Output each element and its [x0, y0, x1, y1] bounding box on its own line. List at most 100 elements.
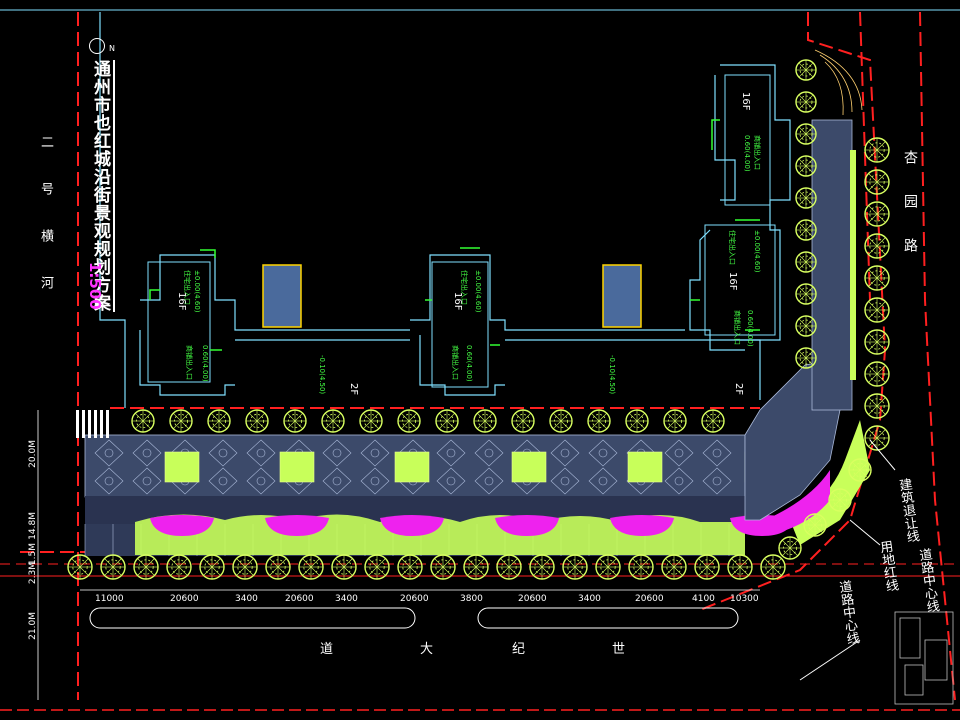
tree-icon — [864, 361, 890, 387]
dim-horizontal: 3400 — [335, 594, 358, 604]
tree-icon — [496, 554, 522, 580]
dim-horizontal: 20600 — [285, 594, 314, 604]
tree-icon — [828, 488, 852, 512]
median-left — [89, 607, 416, 629]
planter-block — [511, 451, 547, 483]
building-floors-1: 16F — [176, 292, 187, 311]
svg-text:0.60(4.00): 0.60(4.00) — [465, 345, 473, 382]
tree-icon — [435, 409, 459, 433]
tree-icon — [864, 137, 890, 163]
dim-vertical: 21.0M — [28, 612, 38, 640]
svg-text:-0.10(4.50): -0.10(4.50) — [318, 355, 326, 394]
svg-text:商铺出入口: 商铺出入口 — [733, 310, 742, 345]
svg-text:-0.10(4.50): -0.10(4.50) — [608, 355, 616, 394]
ne-curves — [814, 49, 863, 116]
tree-icon — [628, 554, 654, 580]
tree-icon — [67, 554, 93, 580]
tree-icon — [625, 409, 649, 433]
tree-icon — [131, 409, 155, 433]
tree-icon — [727, 554, 753, 580]
tree-icon — [245, 409, 269, 433]
tree-icon — [298, 554, 324, 580]
bottom-road-char: 世 — [612, 642, 626, 657]
bottom-road-char: 纪 — [512, 642, 526, 657]
building-floors-3: 16F — [740, 92, 751, 111]
median-right — [477, 607, 739, 629]
tree-icon — [803, 513, 827, 537]
planter-block — [627, 451, 663, 483]
east-lawn — [850, 150, 856, 380]
tree-icon — [795, 91, 817, 113]
dim-vertical: 20.0M — [28, 440, 38, 468]
scale-label: 1:500 — [86, 262, 104, 310]
tree-icon — [663, 409, 687, 433]
dim-horizontal: 20600 — [518, 594, 547, 604]
crosswalk-left — [76, 410, 109, 438]
svg-text:0.60(4.00): 0.60(4.00) — [201, 345, 209, 382]
tree-icon — [331, 554, 357, 580]
tree-icon — [864, 393, 890, 419]
tree-icon — [848, 458, 872, 482]
tree-icon — [795, 251, 817, 273]
tree-icon — [430, 554, 456, 580]
tree-icon — [795, 187, 817, 209]
building-floors-4: 16F — [727, 272, 738, 291]
river-char: 河 — [38, 276, 53, 289]
site-plan-drawing: ±0.00(4.60) 住宅出入口 0.60(4.00) 商铺出入口 ±0.00… — [0, 9, 960, 711]
tree-icon — [587, 409, 611, 433]
dim-horizontal: 3400 — [578, 594, 601, 604]
svg-text:0.60(4.00): 0.60(4.00) — [743, 135, 751, 172]
tree-icon — [864, 233, 890, 259]
tree-icon — [364, 554, 390, 580]
tree-icon — [321, 409, 345, 433]
tree-icon — [463, 554, 489, 580]
tree-icon — [694, 554, 720, 580]
dim-horizontal: 11000 — [95, 594, 124, 604]
tree-icon — [661, 554, 687, 580]
tree-icon — [283, 409, 307, 433]
tree-icon — [511, 409, 535, 433]
svg-text:±0.00(4.60): ±0.00(4.60) — [474, 270, 482, 313]
dim-horizontal: 3400 — [235, 594, 258, 604]
tree-icon — [473, 409, 497, 433]
building-wall-markers — [149, 119, 760, 351]
east-paving — [811, 119, 853, 411]
svg-text:住宅出入口: 住宅出入口 — [728, 230, 737, 265]
svg-text:±0.00(4.60): ±0.00(4.60) — [193, 270, 201, 313]
river-char: 横 — [38, 229, 53, 242]
dim-vertical: 2.3M — [28, 562, 38, 585]
road-east-label: 杏园路 — [902, 150, 918, 282]
tree-icon — [864, 169, 890, 195]
tree-icon — [529, 554, 555, 580]
tree-icon — [778, 536, 802, 560]
blue-court-left — [262, 264, 302, 328]
tree-icon — [795, 219, 817, 241]
tree-icon — [795, 283, 817, 305]
river-label: 二 号 横 河 — [36, 135, 55, 323]
planter-block — [164, 451, 200, 483]
tree-icon — [795, 347, 817, 369]
north-mark: N — [109, 44, 115, 53]
svg-text:±0.00(4.60): ±0.00(4.60) — [753, 230, 761, 273]
blue-court-right — [602, 264, 642, 328]
dim-horizontal: 3800 — [460, 594, 483, 604]
river-char: 二 — [38, 135, 53, 148]
dim-horizontal: 4100 — [692, 594, 715, 604]
tree-icon — [397, 554, 423, 580]
tree-icon — [265, 554, 291, 580]
podium-floors-1: 2F — [348, 383, 359, 396]
dim-horizontal: 20600 — [170, 594, 199, 604]
tree-icon — [864, 201, 890, 227]
tree-icon — [169, 409, 193, 433]
bottom-road-char: 大 — [420, 642, 434, 657]
tree-icon — [199, 554, 225, 580]
svg-text:商铺出入口: 商铺出入口 — [753, 135, 762, 170]
tree-icon — [795, 59, 817, 81]
tree-icon — [795, 155, 817, 177]
tree-icon — [133, 554, 159, 580]
svg-text:商铺出入口: 商铺出入口 — [185, 345, 194, 380]
tree-icon — [795, 123, 817, 145]
tree-icon — [166, 554, 192, 580]
dim-horizontal: 10300 — [730, 594, 759, 604]
podium-floors-2: 2F — [733, 383, 744, 396]
